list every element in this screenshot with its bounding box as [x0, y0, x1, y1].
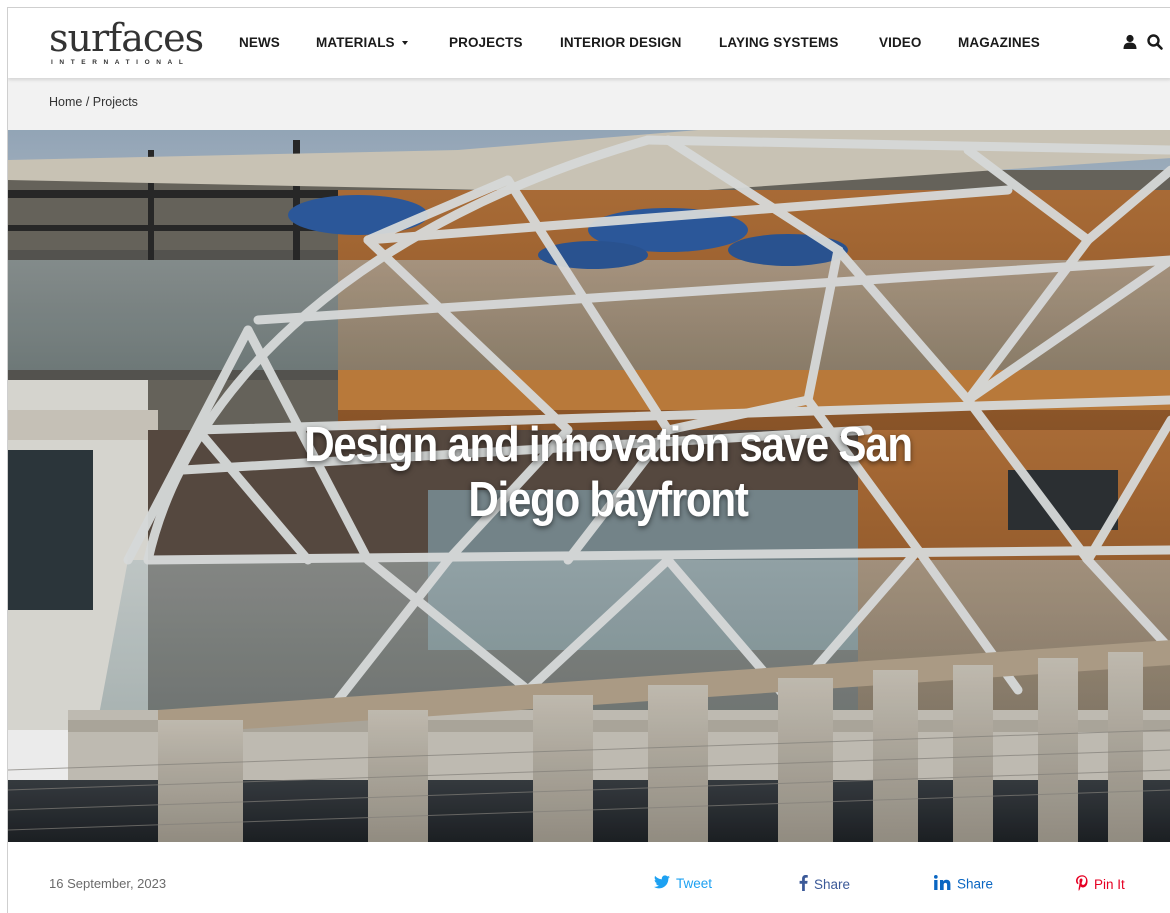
pinterest-label: Pin It [1094, 877, 1125, 892]
facebook-icon [799, 875, 808, 894]
facebook-share-button[interactable]: Share [799, 875, 850, 894]
breadcrumb-separator: / [82, 95, 93, 109]
search-icon[interactable] [1146, 33, 1164, 51]
site-logo[interactable]: surfaces INTERNATIONAL [49, 16, 209, 70]
pinterest-pin-button[interactable]: Pin It [1076, 875, 1125, 894]
nav-laying-systems[interactable]: LAYING SYSTEMS [719, 35, 838, 50]
article-meta-bar: 16 September, 2023 Tweet Share Share Pin… [8, 842, 1170, 913]
site-header: surfaces INTERNATIONAL NEWS MATERIALS PR… [8, 8, 1170, 78]
linkedin-share-label: Share [957, 876, 994, 892]
user-icon[interactable] [1121, 33, 1139, 51]
page: surfaces INTERNATIONAL NEWS MATERIALS PR… [7, 7, 1170, 913]
logo-subtitle: INTERNATIONAL [51, 59, 190, 66]
nav-magazines[interactable]: MAGAZINES [958, 35, 1040, 50]
breadcrumb: Home / Projects [49, 95, 138, 109]
nav-interior-design[interactable]: INTERIOR DESIGN [560, 35, 682, 50]
facebook-share-label: Share [814, 877, 851, 892]
breadcrumb-bar: Home / Projects [8, 78, 1170, 130]
nav-video[interactable]: VIDEO [879, 35, 922, 50]
nav-materials[interactable]: MATERIALS [316, 35, 408, 50]
article-title: Design and innovation save San Diego bay… [255, 418, 960, 528]
twitter-icon [654, 875, 670, 892]
chevron-down-icon [401, 41, 408, 45]
nav-news[interactable]: NEWS [239, 35, 280, 50]
logo-wordmark: surfaces [49, 16, 204, 60]
linkedin-share-button[interactable]: Share [934, 875, 993, 893]
tweet-label: Tweet [676, 876, 713, 891]
nav-projects[interactable]: PROJECTS [449, 35, 523, 50]
tweet-button[interactable]: Tweet [654, 875, 712, 892]
article-title-line-1: Design and innovation save San [304, 418, 913, 472]
breadcrumb-home[interactable]: Home [49, 95, 82, 109]
article-date: 16 September, 2023 [49, 876, 167, 891]
nav-materials-label: MATERIALS [316, 35, 395, 50]
breadcrumb-projects[interactable]: Projects [93, 95, 138, 109]
pinterest-icon [1076, 875, 1088, 894]
article-title-line-2: Diego bayfront [468, 473, 749, 527]
hero-image: Design and innovation save San Diego bay… [8, 130, 1170, 842]
linkedin-icon [934, 875, 951, 893]
